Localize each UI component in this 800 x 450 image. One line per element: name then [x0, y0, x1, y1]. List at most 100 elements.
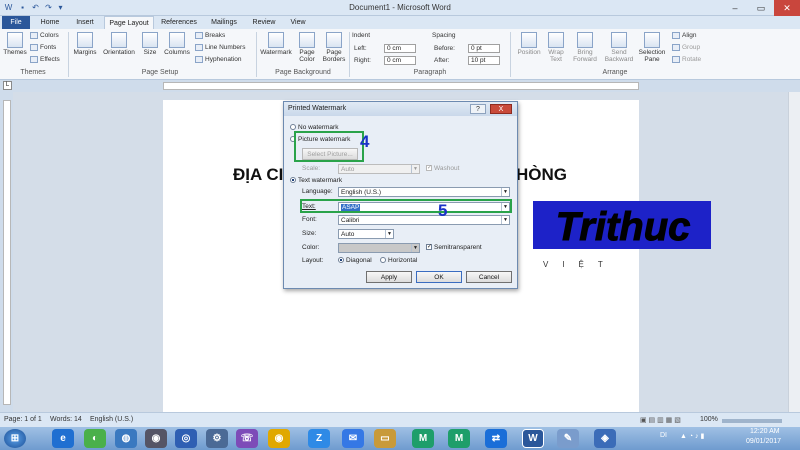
language-select[interactable]: English (U.S.) ▼: [338, 187, 510, 197]
send-backward-button[interactable]: Send Backward: [602, 32, 636, 63]
paint-icon[interactable]: ✎: [557, 429, 579, 448]
minimize-button[interactable]: –: [722, 0, 748, 16]
scale-label: Scale:: [302, 165, 321, 172]
teamviewer-icon[interactable]: ⇄: [485, 429, 507, 448]
orientation-label: Orientation: [103, 49, 135, 56]
washout-checkbox[interactable]: ✓ Washout: [426, 165, 459, 172]
diagonal-radio[interactable]: Diagonal: [338, 257, 372, 264]
wrap-text-button[interactable]: Wrap Text: [544, 32, 568, 63]
align-icon: [672, 32, 680, 39]
page-borders-icon: [326, 32, 342, 48]
horizontal-ruler[interactable]: [163, 82, 639, 90]
color-label: Color:: [302, 244, 320, 251]
line-numbers-label: Line Numbers: [205, 44, 246, 52]
colors-button[interactable]: Colors: [30, 32, 59, 39]
zoom-slider[interactable]: [722, 419, 782, 423]
align-button[interactable]: Align: [672, 32, 696, 39]
selection-pane-button[interactable]: Selection Pane: [636, 32, 668, 63]
settings-app-icon[interactable]: ⚙: [206, 429, 228, 448]
horizontal-radio[interactable]: Horizontal: [380, 257, 417, 264]
scale-value: Auto: [341, 166, 355, 173]
tax-app-icon[interactable]: ◈: [594, 429, 616, 448]
page-borders-button[interactable]: Page Borders: [321, 32, 347, 63]
app-icon[interactable]: ◎: [175, 429, 197, 448]
coccoc-browser-icon[interactable]: ◐: [84, 429, 106, 448]
fonts-button[interactable]: Fonts: [30, 44, 56, 51]
word-count[interactable]: Words: 14: [50, 416, 82, 423]
tab-insert[interactable]: Insert: [70, 16, 100, 29]
start-orb-icon[interactable]: ⊞: [4, 429, 26, 448]
colors-icon: [30, 32, 38, 39]
clock-date[interactable]: 09/01/2017: [746, 438, 781, 445]
size-button[interactable]: Size: [140, 32, 160, 56]
proofing-language[interactable]: English (U.S.): [90, 416, 133, 423]
tab-references[interactable]: References: [158, 16, 200, 29]
chrome-icon[interactable]: ◉: [268, 429, 290, 448]
tab-home[interactable]: Home: [36, 16, 64, 29]
ok-button[interactable]: OK: [416, 271, 462, 283]
file-explorer-icon[interactable]: ▭: [374, 429, 396, 448]
font-label: Font:: [302, 216, 317, 223]
tab-view[interactable]: View: [284, 16, 312, 29]
spacing-after-input[interactable]: 10 pt: [468, 56, 500, 65]
network-icon[interactable]: ◍: [115, 429, 137, 448]
tab-file[interactable]: File: [2, 16, 30, 29]
text-watermark-radio[interactable]: Text watermark: [290, 177, 342, 184]
spacing-before-input[interactable]: 0 pt: [468, 44, 500, 53]
size-icon: [142, 32, 158, 48]
zalo-icon[interactable]: Z: [308, 429, 330, 448]
indent-right-input[interactable]: 0 cm: [384, 56, 416, 65]
line-numbers-button[interactable]: Line Numbers: [195, 44, 245, 51]
page-count[interactable]: Page: 1 of 1: [4, 416, 42, 423]
messenger-icon[interactable]: ✉: [342, 429, 364, 448]
tab-mailings[interactable]: Mailings: [206, 16, 242, 29]
clock-time[interactable]: 12:20 AM: [750, 428, 780, 435]
tray-icons[interactable]: ▲ ◔ ♪ ▮: [680, 432, 704, 440]
mtb-app-2-icon[interactable]: M: [448, 429, 470, 448]
color-select[interactable]: ▼: [338, 243, 420, 253]
group-button[interactable]: Group: [672, 44, 700, 51]
tab-page-layout[interactable]: Page Layout: [104, 16, 154, 29]
zoom-level[interactable]: 100%: [700, 416, 718, 423]
hyphenation-button[interactable]: Hyphenation: [195, 56, 242, 63]
semitransparent-checkbox[interactable]: ✓ Semitransparent: [426, 244, 482, 251]
logo-text: Trithuc: [556, 205, 691, 249]
indent-left-input[interactable]: 0 cm: [384, 44, 416, 53]
internet-explorer-icon[interactable]: e: [52, 429, 74, 448]
size-select[interactable]: Auto ▼: [338, 229, 394, 239]
no-watermark-radio[interactable]: No watermark: [290, 124, 338, 131]
cancel-button[interactable]: Cancel: [466, 271, 512, 283]
vertical-scrollbar[interactable]: [788, 92, 800, 412]
mtb-app-icon[interactable]: M: [412, 429, 434, 448]
margins-button[interactable]: Margins: [72, 32, 98, 56]
tab-selector[interactable]: L: [3, 81, 12, 90]
vertical-ruler[interactable]: [3, 100, 11, 405]
font-select[interactable]: Calibri ▼: [338, 215, 510, 225]
dialog-close-button[interactable]: X: [490, 104, 512, 114]
no-watermark-label: No watermark: [298, 124, 339, 131]
page-color-button[interactable]: Page Color: [295, 32, 319, 63]
watermark-button[interactable]: Watermark: [259, 32, 293, 56]
viber-icon[interactable]: ☏: [236, 429, 258, 448]
view-buttons[interactable]: ▣ ▤ ▥ ▦ ▧: [640, 416, 681, 424]
orientation-button[interactable]: Orientation: [100, 32, 138, 56]
input-language[interactable]: DI: [660, 432, 667, 439]
position-button[interactable]: Position: [514, 32, 544, 56]
indent-left-label: Left:: [354, 45, 367, 52]
size-value: Auto: [341, 231, 355, 238]
system-tool-icon[interactable]: ◉: [145, 429, 167, 448]
apply-button[interactable]: Apply: [366, 271, 412, 283]
close-button[interactable]: ✕: [774, 0, 800, 16]
tab-review[interactable]: Review: [248, 16, 280, 29]
word-taskbar-icon[interactable]: W: [522, 429, 544, 448]
breaks-button[interactable]: Breaks: [195, 32, 225, 39]
themes-button[interactable]: Themes: [3, 32, 27, 56]
annotation-box-step5: [300, 199, 512, 213]
rotate-button[interactable]: Rotate: [672, 56, 701, 63]
dialog-help-button[interactable]: ?: [470, 104, 486, 114]
scale-select[interactable]: Auto ▼: [338, 164, 420, 174]
columns-button[interactable]: Columns: [162, 32, 192, 56]
effects-button[interactable]: Effects: [30, 56, 60, 63]
maximize-button[interactable]: ▭: [748, 0, 774, 16]
bring-forward-button[interactable]: Bring Forward: [568, 32, 602, 63]
